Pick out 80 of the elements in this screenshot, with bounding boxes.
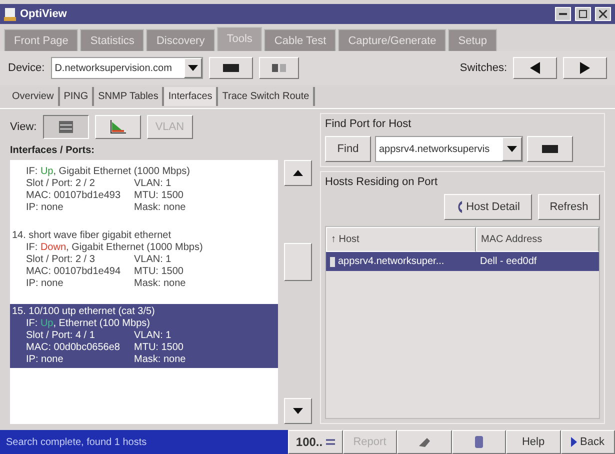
help-button[interactable]: Help [506, 430, 560, 454]
device-card-button[interactable] [208, 57, 253, 79]
port-slot: Slot / Port: 2 / 2 [26, 178, 134, 190]
port-mask: Mask: none [134, 202, 187, 214]
find-button[interactable]: Find [325, 136, 371, 162]
clipboard-button[interactable] [452, 430, 506, 454]
scroll-down-button[interactable] [284, 398, 312, 424]
port-slot: Slot / Port: 4 / 1 [26, 330, 134, 342]
hosts-heading: Hosts Residing on Port [325, 176, 438, 188]
chart-icon [110, 120, 126, 134]
minimize-button[interactable] [555, 7, 571, 21]
left-triangle-icon [530, 62, 540, 74]
back-arrow-icon [571, 437, 578, 447]
port-status: IF: Up, Ethernet (100 Mbps) [25, 318, 151, 330]
port-mac: MAC: 00d0bc0656e8 [26, 342, 121, 354]
sub-tab[interactable]: Overview [8, 87, 60, 106]
port-mask: Mask: none [134, 278, 187, 290]
previous-switch-button[interactable] [513, 57, 557, 79]
down-triangle-icon [293, 408, 303, 414]
minimize-icon [559, 13, 567, 15]
interfaces-heading: Interfaces / Ports: [10, 145, 96, 156]
host-mac: Dell - eed0df [479, 255, 538, 269]
list-icon [58, 121, 73, 133]
host-name: appsrv4.networksuper... [338, 256, 444, 267]
scroll-thumb[interactable] [284, 243, 312, 281]
column-header[interactable]: ↑ Host [326, 227, 476, 252]
port-slot: Slot / Port: 2 / 3 [26, 254, 134, 266]
port-name: 15. 10/100 utp ethernet (cat 3/5) [12, 306, 156, 318]
zoom-button[interactable]: 100.. [288, 430, 342, 454]
ports-list[interactable] [10, 160, 278, 424]
port-item[interactable]: 15. 10/100 utp ethernet (cat 3/5) IF: Up, Ethernet (100 Mbps) Slot / Port: 4 / 1 VLAN: 1 MAC: 00d0bc0656e8 MTU: 1500 IP: none Mask: none [10, 304, 278, 368]
port-ip: IP: none [26, 202, 64, 214]
port-vlan: VLAN: 1 [134, 330, 172, 342]
back-button[interactable]: Back [560, 430, 615, 454]
maximize-button[interactable] [575, 7, 591, 21]
right-triangle-icon [580, 62, 590, 74]
column-header[interactable]: MAC Address [476, 227, 599, 252]
next-switch-button[interactable] [563, 57, 607, 79]
port-item[interactable]: 14. short wave fiber gigabit ethernet IF: Down, Gigabit Ethernet (1000 Mbps) Slot / Port: 2 / 3 VLAN: 1 MAC: 00107bd1e494 MTU: 1500 IP: none Mask: none [10, 228, 278, 292]
switches-label: Switches: [460, 62, 507, 74]
host-detail-button[interactable]: Host Detail [444, 194, 532, 220]
host-card-button[interactable] [527, 136, 573, 162]
scroll-up-button[interactable] [284, 160, 312, 186]
window-title: OptiView [20, 8, 68, 20]
status-message: Search complete, found 1 hosts [0, 430, 288, 454]
port-mask: Mask: none [134, 354, 187, 366]
port-status: IF: Up, Gigabit Ethernet (1000 Mbps) [25, 166, 191, 178]
port-mtu: MTU: 1500 [134, 190, 184, 202]
sub-tab[interactable]: PING [60, 87, 94, 106]
port-ip: IP: none [26, 278, 64, 290]
port-ip: IP: none [26, 354, 64, 366]
device-combo[interactable]: D.networksupervision.com [50, 57, 203, 79]
port-vlan: VLAN: 1 [134, 178, 172, 190]
view-label: View: [10, 121, 37, 133]
port-status: IF: Down, Gigabit Ethernet (1000 Mbps) [25, 242, 204, 254]
print-button[interactable] [397, 430, 452, 454]
host-combo[interactable]: appsrv4.networksupervis [375, 136, 523, 162]
port-mac: MAC: 00107bd1e493 [26, 190, 122, 202]
port-vlan: VLAN: 1 [134, 254, 172, 266]
maximize-icon [579, 10, 587, 18]
up-triangle-icon [293, 170, 303, 176]
port-mtu: MTU: 1500 [134, 266, 184, 278]
sub-tab[interactable]: Interfaces [164, 87, 218, 106]
port-item[interactable]: IF: Up, Gigabit Ethernet (1000 Mbps) Slot / Port: 2 / 2 VLAN: 1 MAC: 00107bd1e493 MTU: 1500 IP: none Mask: none [10, 164, 278, 216]
find-port-heading: Find Port for Host [325, 118, 412, 130]
port-mac: MAC: 00107bd1e494 [26, 266, 122, 278]
refresh-button[interactable]: Refresh [538, 194, 600, 220]
port-mtu: MTU: 1500 [134, 342, 184, 354]
app-icon [4, 7, 16, 21]
down-triangle-icon [507, 146, 517, 152]
arrows-icon [326, 438, 335, 446]
sub-tab[interactable]: Trace Switch Route [218, 87, 316, 106]
view-toggle[interactable] [42, 115, 89, 139]
close-icon [599, 10, 607, 18]
device-label: Device: [8, 62, 45, 74]
down-triangle-icon [188, 65, 198, 71]
ip-button[interactable] [258, 57, 299, 79]
host-row[interactable]: appsrv4.networksuper... Dell - eed0df [326, 252, 599, 271]
port-name: 14. short wave fiber gigabit ethernet [12, 230, 172, 242]
close-button[interactable] [595, 7, 611, 21]
